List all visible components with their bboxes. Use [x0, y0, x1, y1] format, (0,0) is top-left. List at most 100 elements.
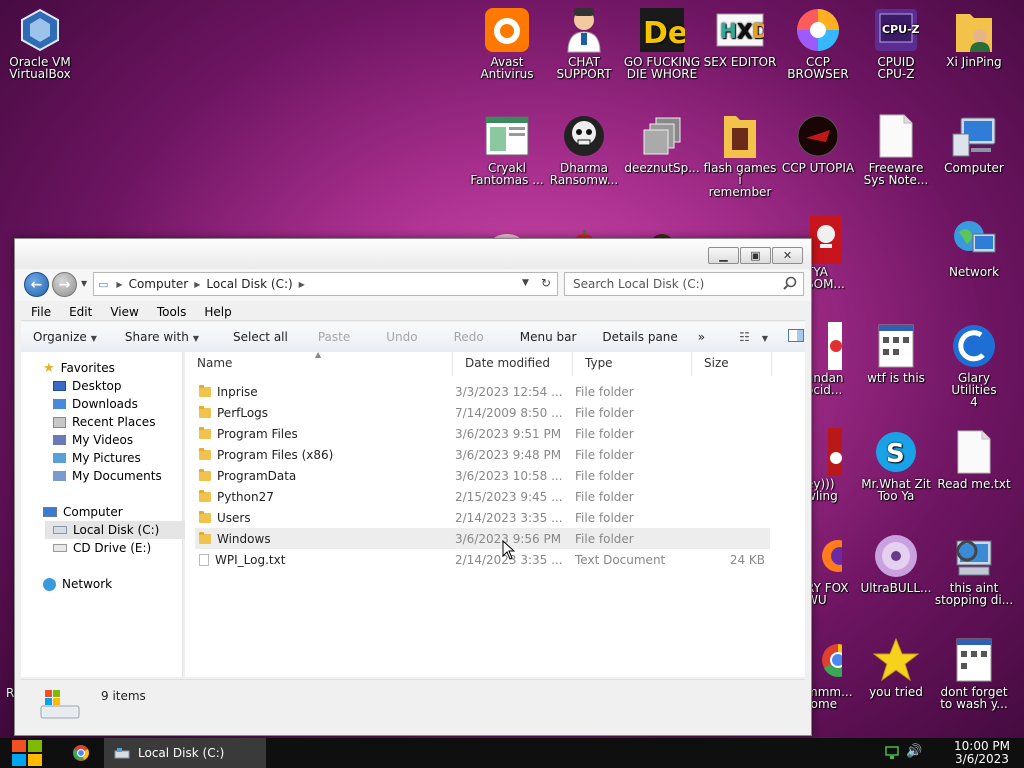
undo-button[interactable]: Undo — [376, 330, 427, 344]
drive-icon: ▭ — [98, 277, 109, 291]
search-icon[interactable] — [783, 276, 797, 293]
nav-my-documents[interactable]: My Documents — [53, 467, 162, 485]
desktop-icon-ccp-utopia[interactable]: CCP UTOPIA — [778, 112, 858, 174]
breadcrumb-separator-icon[interactable]: ▶ — [194, 280, 200, 289]
breadcrumb-separator-icon[interactable]: ▶ — [299, 280, 305, 289]
table-row[interactable]: Program Files 3/6/2023 9:51 PM File fold… — [195, 423, 770, 444]
menu-bar-button[interactable]: Menu bar — [510, 330, 587, 344]
maximize-button[interactable]: ▣ — [740, 247, 771, 264]
breadcrumb-local-disk[interactable]: Local Disk (C:) — [206, 277, 292, 291]
table-row[interactable]: WPI_Log.txt 2/14/2023 3:35 ... Text Docu… — [195, 549, 770, 570]
window-titlebar[interactable]: ▁ ▣ ✕ — [15, 239, 811, 269]
desktop-icon-ultrabull[interactable]: UltraBULL... — [856, 532, 936, 594]
text-file-icon — [950, 428, 998, 476]
computer-icon — [43, 507, 57, 517]
column-size[interactable]: Size — [692, 352, 772, 376]
desktop-icon-cpuz[interactable]: CPU-Z CPUID CPU-Z — [856, 6, 936, 80]
svg-text:De: De — [643, 16, 685, 51]
address-dropdown-icon[interactable]: ▼ — [522, 278, 529, 290]
folder-icon — [199, 447, 211, 460]
svg-text:S: S — [886, 439, 905, 469]
folder-icon — [199, 510, 211, 523]
more-commands-button[interactable]: » — [688, 330, 715, 344]
share-with-button[interactable]: Share with ▼ — [115, 330, 209, 344]
menu-tools[interactable]: Tools — [157, 305, 187, 319]
nav-my-videos[interactable]: My Videos — [53, 431, 133, 449]
minimize-button[interactable]: ▁ — [708, 247, 739, 264]
folder-icon — [199, 426, 211, 439]
nav-desktop[interactable]: Desktop — [53, 377, 122, 395]
desktop-icon-cryakl[interactable]: Cryakl Fantomas ... — [467, 112, 547, 186]
column-date-modified[interactable]: Date modified — [453, 352, 573, 376]
breadcrumb-separator-icon[interactable]: ▶ — [116, 280, 122, 289]
desktop-icon-sex-editor[interactable]: HXD SEX EDITOR — [700, 6, 780, 68]
taskbar-chrome-button[interactable] — [66, 738, 96, 768]
menu-view[interactable]: View — [110, 305, 138, 319]
nav-local-disk[interactable]: Local Disk (C:) — [45, 521, 193, 539]
breadcrumb-computer[interactable]: Computer — [129, 277, 189, 291]
desktop-icon-ccp-browser[interactable]: CCP BROWSER — [778, 6, 858, 80]
desktop-icon-stopping[interactable]: this aint stopping di... — [934, 532, 1014, 606]
desktop-icon-freeware[interactable]: Freeware Sys Note... — [856, 112, 936, 186]
change-view-button[interactable]: ☷ ▼ — [729, 330, 778, 344]
network-tray-icon[interactable] — [884, 745, 900, 764]
desktop-icon-flash-games[interactable]: flash games i remember — [700, 112, 780, 198]
nav-downloads[interactable]: Downloads — [53, 395, 138, 413]
menu-file[interactable]: File — [31, 305, 51, 319]
menu-edit[interactable]: Edit — [69, 305, 92, 319]
desktop-icon-deeznut[interactable]: deeznutSp... — [622, 112, 702, 174]
taskbar-clock[interactable]: 10:00 PM 3/6/2023 — [954, 740, 1010, 766]
desktop-icon-xi-jinping[interactable]: Xi JinPing — [934, 6, 1014, 68]
arrow-right-icon: → — [58, 276, 71, 293]
desktop-icon-virtualbox[interactable]: Oracle VM VirtualBox — [0, 6, 80, 80]
recent-pages-dropdown[interactable]: ▼ — [81, 279, 87, 288]
desktop-icon-die[interactable]: De GO FUCKING DIE WHORE — [622, 6, 702, 80]
desktop-icon-chat-support[interactable]: CHAT SUPPORT — [544, 6, 624, 80]
organize-button[interactable]: Organize ▼ — [21, 330, 107, 344]
forward-button[interactable]: → — [52, 272, 77, 297]
nav-my-pictures[interactable]: My Pictures — [53, 449, 141, 467]
desktop-icon-readme[interactable]: Read me.txt — [934, 428, 1014, 490]
preview-pane-button[interactable] — [778, 329, 814, 345]
select-all-button[interactable]: Select all — [223, 330, 298, 344]
start-button[interactable] — [8, 738, 46, 768]
paste-button[interactable]: Paste — [308, 330, 360, 344]
table-row[interactable]: Program Files (x86) 3/6/2023 9:48 PM Fil… — [195, 444, 770, 465]
search-input[interactable]: Search Local Disk (C:) — [564, 272, 804, 296]
table-row[interactable]: ProgramData 3/6/2023 10:58 ... File fold… — [195, 465, 770, 486]
local-disk-icon — [53, 526, 67, 534]
table-row[interactable]: Users 2/14/2023 3:35 ... File folder — [195, 507, 770, 528]
nav-cd-drive[interactable]: CD Drive (E:) — [53, 539, 151, 557]
back-button[interactable]: ← — [24, 272, 49, 297]
nav-favorites[interactable]: ★ Favorites — [43, 359, 115, 377]
table-row[interactable]: Python27 2/15/2023 9:45 ... File folder — [195, 486, 770, 507]
table-row[interactable]: Inprise 3/3/2023 12:54 ... File folder — [195, 381, 770, 402]
xi-jinping-icon — [950, 6, 998, 54]
desktop-icon-avast[interactable]: Avast Antivirus — [467, 6, 547, 80]
menu-help[interactable]: Help — [204, 305, 231, 319]
redo-button[interactable]: Redo — [444, 330, 494, 344]
table-row[interactable]: PerfLogs 7/14/2009 8:50 ... File folder — [195, 402, 770, 423]
desktop-icon-computer[interactable]: Computer — [934, 112, 1014, 174]
svg-text:CPU-Z: CPU-Z — [882, 23, 919, 36]
nav-computer[interactable]: Computer — [43, 503, 123, 521]
details-pane-button[interactable]: Details pane — [592, 330, 687, 344]
folder-icon — [199, 384, 211, 397]
desktop-icon-network[interactable]: Network — [934, 216, 1014, 278]
desktop-icon-dharma[interactable]: Dharma Ransomw... — [544, 112, 624, 186]
taskbar-explorer-button[interactable]: Local Disk (C:) — [104, 738, 266, 768]
close-button[interactable]: ✕ — [772, 247, 803, 264]
address-bar[interactable]: ▭ ▶ Computer ▶ Local Disk (C:) ▶ ▼ ↻ — [93, 272, 558, 296]
desktop-icon-glary[interactable]: Glary Utilities 4 — [934, 322, 1014, 408]
desktop-icon-wtf[interactable]: wtf is this — [856, 322, 936, 384]
desktop-icon-skype[interactable]: S Mr.What Zit Too Ya — [856, 428, 936, 502]
table-row[interactable]: Windows 3/6/2023 9:56 PM File folder — [195, 528, 770, 549]
nav-network[interactable]: Network — [43, 575, 112, 593]
refresh-icon[interactable]: ↻ — [541, 276, 551, 290]
desktop-icon-wash[interactable]: dont forget to wash y... — [934, 636, 1014, 710]
volume-icon[interactable]: 🔊 — [906, 744, 922, 759]
column-name[interactable]: Name ▲ — [185, 350, 453, 376]
desktop-icon-star[interactable]: you tried — [856, 636, 936, 698]
nav-recent-places[interactable]: Recent Places — [53, 413, 155, 431]
column-type[interactable]: Type — [573, 352, 692, 376]
